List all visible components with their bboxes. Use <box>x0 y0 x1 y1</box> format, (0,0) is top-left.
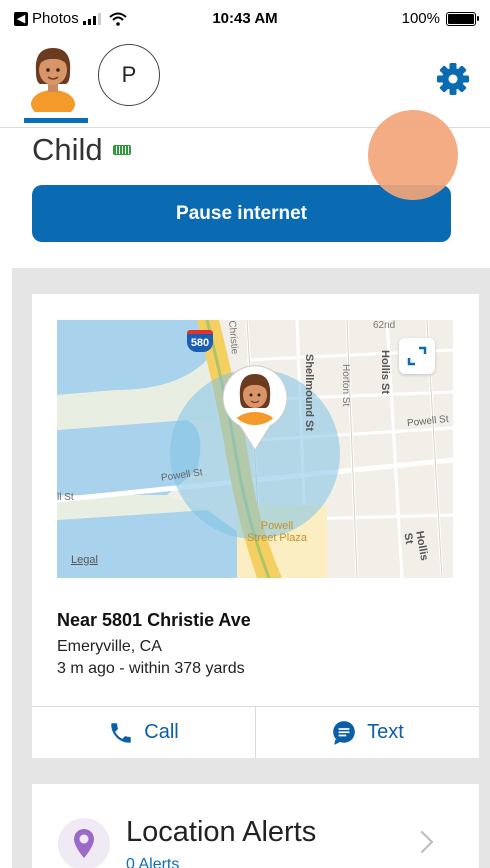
expand-icon <box>407 346 427 366</box>
phone-icon <box>111 722 132 743</box>
status-bar: ◀ Photos 10:43 AM 100% <box>0 0 490 34</box>
poi-label: Powell Street Plaza <box>247 520 307 544</box>
map-legal-link[interactable]: Legal <box>71 554 98 566</box>
text-label: Text <box>367 721 404 743</box>
location-city: Emeryville, CA <box>57 638 162 655</box>
gear-icon[interactable] <box>436 62 470 96</box>
card-actions: Call Text <box>32 706 479 758</box>
expand-map-button[interactable] <box>399 338 435 374</box>
chevron-right-icon <box>410 830 434 854</box>
street-label: Horton St <box>340 364 351 407</box>
location-card: 580 Christie Shellmound St Horton St Hol… <box>32 294 479 758</box>
battery-fill <box>448 13 474 24</box>
location-pin-icon-wrap <box>58 818 110 868</box>
call-label: Call <box>144 721 179 743</box>
profile-avatar-p[interactable]: P <box>98 44 160 106</box>
active-profile-indicator <box>24 118 88 123</box>
battery-full-icon <box>112 145 131 155</box>
text-button[interactable]: Text <box>256 707 479 758</box>
location-alerts-count: 0 Alerts <box>126 856 180 868</box>
location-alerts-card[interactable]: Location Alerts 0 Alerts <box>32 784 479 868</box>
street-label: ll St <box>57 492 74 503</box>
battery-icon <box>446 11 479 26</box>
chat-icon <box>333 720 355 745</box>
street-label: Shellmound St <box>303 354 315 431</box>
highway-shield: 580 <box>187 330 213 352</box>
pause-internet-button[interactable]: Pause internet <box>32 185 451 242</box>
child-name: Child <box>32 132 103 167</box>
call-button[interactable]: Call <box>32 707 255 758</box>
status-right: 100% <box>401 10 479 27</box>
location-map[interactable]: 580 Christie Shellmound St Horton St Hol… <box>57 320 453 578</box>
street-label: Hollis St <box>379 350 391 395</box>
girl-avatar-icon[interactable] <box>28 42 78 112</box>
touch-indicator <box>368 110 458 200</box>
location-title: Near 5801 Christie Ave <box>57 610 251 630</box>
street-label: 62nd <box>373 320 396 331</box>
child-location-pin[interactable] <box>218 360 292 452</box>
location-alerts-title: Location Alerts <box>126 816 317 848</box>
battery-percent: 100% <box>401 10 440 27</box>
child-name-row: Child <box>32 132 131 168</box>
street-label: Hollis St <box>401 530 431 562</box>
location-pin-icon <box>74 829 94 858</box>
location-time-accuracy: 3 m ago - within 378 yards <box>57 660 245 677</box>
